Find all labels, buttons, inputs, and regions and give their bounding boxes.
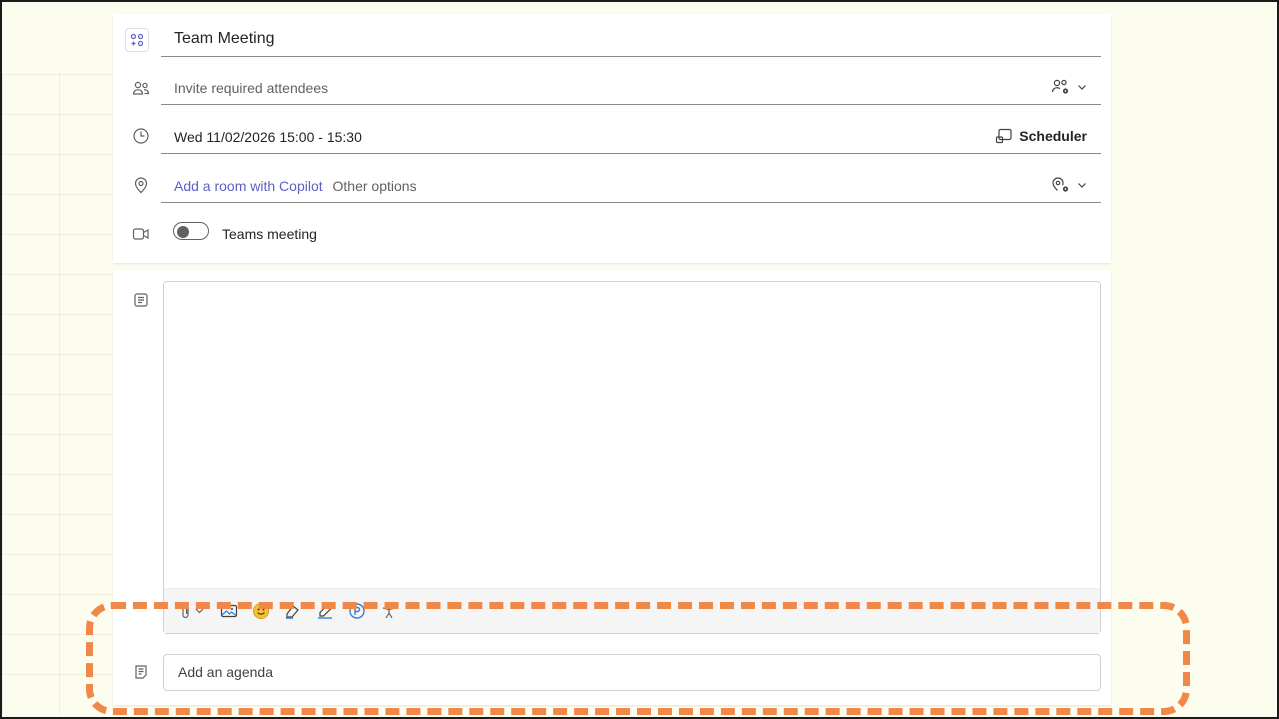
description-card: Add an agenda xyxy=(113,270,1111,705)
teams-meeting-label: Teams meeting xyxy=(222,226,317,242)
agenda-icon xyxy=(131,662,151,682)
insert-image-button[interactable] xyxy=(220,599,238,623)
location-options-button[interactable] xyxy=(1051,176,1087,194)
emoji-icon xyxy=(253,603,269,619)
title-underline xyxy=(161,56,1101,57)
clock-icon xyxy=(131,126,151,146)
teams-meeting-toggle[interactable] xyxy=(173,222,209,240)
datetime-underline xyxy=(161,153,1101,154)
scheduler-icon xyxy=(996,128,1012,144)
emoji-button[interactable] xyxy=(252,599,270,623)
description-editor[interactable] xyxy=(163,281,1101,634)
loop-icon xyxy=(349,603,365,619)
location-settings-icon xyxy=(1052,177,1069,192)
location-icon xyxy=(131,175,151,195)
scheduler-label: Scheduler xyxy=(1019,128,1087,144)
toggle-knob xyxy=(177,226,189,238)
add-room-copilot-link[interactable]: Add a room with Copilot xyxy=(174,178,323,194)
attendees-input[interactable]: Invite required attendees xyxy=(174,80,328,96)
loop-button[interactable] xyxy=(348,599,366,623)
attendees-icon xyxy=(131,78,151,98)
video-camera-icon xyxy=(131,224,151,244)
chevron-down-icon xyxy=(1078,183,1086,188)
accessibility-button[interactable] xyxy=(380,599,398,623)
meeting-details-card: Team Meeting Invite required attendees W… xyxy=(113,14,1111,263)
notes-icon xyxy=(131,290,151,310)
highlight-icon xyxy=(286,605,299,619)
image-icon xyxy=(220,604,238,618)
location-field: Add a room with Copilot Other options xyxy=(174,178,417,194)
attach-button[interactable] xyxy=(180,599,206,623)
attendee-options-button[interactable] xyxy=(1051,78,1087,96)
agenda-placeholder: Add an agenda xyxy=(178,664,273,680)
people-settings-icon xyxy=(1051,79,1069,94)
meeting-title-input[interactable]: Team Meeting xyxy=(174,30,275,48)
location-underline xyxy=(161,202,1101,203)
chevron-down-icon xyxy=(1078,85,1086,90)
attendees-underline xyxy=(161,104,1101,105)
event-category-icon[interactable] xyxy=(125,28,149,52)
signature-icon xyxy=(318,603,333,619)
highlight-button[interactable] xyxy=(284,599,302,623)
background-grid xyxy=(2,74,112,714)
attach-icon xyxy=(182,603,204,619)
accessibility-icon xyxy=(382,602,396,619)
other-options-link[interactable]: Other options xyxy=(333,178,417,194)
agenda-input[interactable]: Add an agenda xyxy=(163,654,1101,691)
format-toolbar xyxy=(164,588,1100,633)
scheduler-button[interactable]: Scheduler xyxy=(995,127,1087,145)
signature-button[interactable] xyxy=(316,599,334,623)
datetime-field[interactable]: Wed 11/02/2026 15:00 - 15:30 xyxy=(174,129,362,145)
